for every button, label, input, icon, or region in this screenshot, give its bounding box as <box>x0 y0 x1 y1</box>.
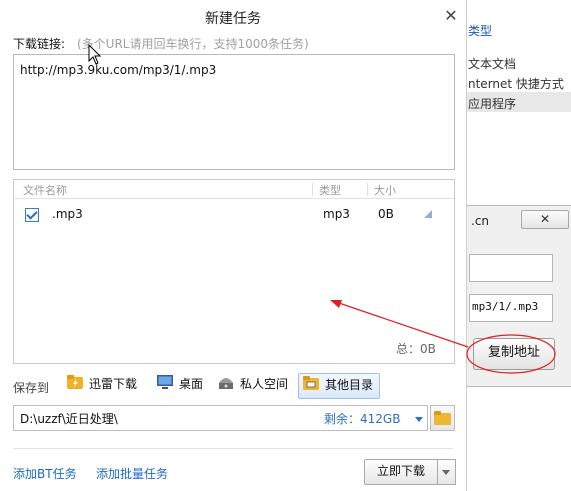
context-item-application[interactable]: 应用程序 <box>468 95 516 112</box>
url-input-value: http://mp3.9ku.com/mp3/1/.mp3 <box>20 63 217 77</box>
location-label: 私人空间 <box>240 377 289 391</box>
private-space-icon <box>218 374 234 396</box>
location-label: 桌面 <box>179 377 204 391</box>
dialog-close-icon[interactable]: ✕ <box>440 6 462 26</box>
add-batch-task-link[interactable]: 添加批量任务 <box>96 465 168 482</box>
location-label: 迅雷下载 <box>89 377 138 391</box>
download-options-dropdown[interactable] <box>437 459 456 485</box>
file-checkbox[interactable] <box>25 208 39 222</box>
context-item-text-document[interactable]: 文本文档 <box>468 55 516 72</box>
download-now-button[interactable]: 立即下载 <box>364 459 438 485</box>
small-window-close-button[interactable]: ✕ <box>521 210 569 229</box>
small-window-url-field[interactable]: mp3/1/.mp3 <box>469 294 553 322</box>
small-window-empty-field[interactable] <box>469 254 553 282</box>
column-header-name[interactable]: 文件名称 <box>23 182 67 198</box>
save-to-label: 保存到 <box>13 381 50 395</box>
add-bt-task-link[interactable]: 添加BT任务 <box>13 465 77 482</box>
small-window-title: .cn <box>471 214 490 228</box>
resize-corner-icon <box>424 210 432 218</box>
remaining-space: 剩余：412GB <box>324 412 401 426</box>
chevron-down-icon[interactable] <box>415 417 423 422</box>
file-size: 0B <box>378 207 394 221</box>
footer-divider <box>13 448 453 449</box>
file-list-header: 文件名称 类型 大小 <box>14 180 454 199</box>
copy-address-button[interactable]: 复制地址 <box>473 338 555 370</box>
column-header-type[interactable]: 类型 <box>319 182 341 198</box>
small-window-url-value: mp3/1/.mp3 <box>472 300 539 313</box>
location-label: 其他目录 <box>325 378 374 392</box>
copy-address-window: .cn ✕ mp3/1/.mp3 复制地址 <box>460 205 571 387</box>
download-link-hint: (多个URL请用回车换行，支持1000条任务) <box>77 37 309 51</box>
file-list: 文件名称 类型 大小 .mp3 mp3 0B 总：0B <box>13 179 455 364</box>
location-desktop[interactable]: 桌面 <box>157 373 203 397</box>
location-other-directory[interactable]: 其他目录 <box>298 373 381 399</box>
url-input[interactable]: http://mp3.9ku.com/mp3/1/.mp3 <box>13 54 455 170</box>
save-path-value: D:\uzzf\近日处理\ <box>20 412 118 426</box>
desktop-icon <box>157 374 173 396</box>
new-task-dialog: 新建任务 ✕ 下载链接: (多个URL请用回车换行，支持1000条任务) htt… <box>0 0 467 491</box>
total-size: 总：0B <box>396 342 436 356</box>
type-column-header: 类型 <box>468 24 493 38</box>
thunder-folder-icon <box>67 374 83 396</box>
column-divider <box>312 183 313 196</box>
column-header-size[interactable]: 大小 <box>374 182 396 198</box>
other-folder-icon <box>303 375 319 397</box>
folder-icon <box>434 411 451 425</box>
dialog-title: 新建任务 <box>205 11 261 27</box>
location-thunder-download[interactable]: 迅雷下载 <box>67 373 137 397</box>
browse-folder-button[interactable] <box>430 405 455 431</box>
download-link-label: 下载链接: <box>13 37 66 51</box>
location-private-space[interactable]: 私人空间 <box>218 373 288 397</box>
file-type: mp3 <box>323 207 350 221</box>
save-path-select[interactable]: D:\uzzf\近日处理\ 剩余：412GB <box>13 405 428 431</box>
column-divider <box>367 183 368 196</box>
context-item-internet-shortcut[interactable]: nternet 快捷方式 <box>468 75 564 92</box>
mouse-cursor-icon <box>88 44 102 65</box>
file-name: .mp3 <box>52 207 83 221</box>
